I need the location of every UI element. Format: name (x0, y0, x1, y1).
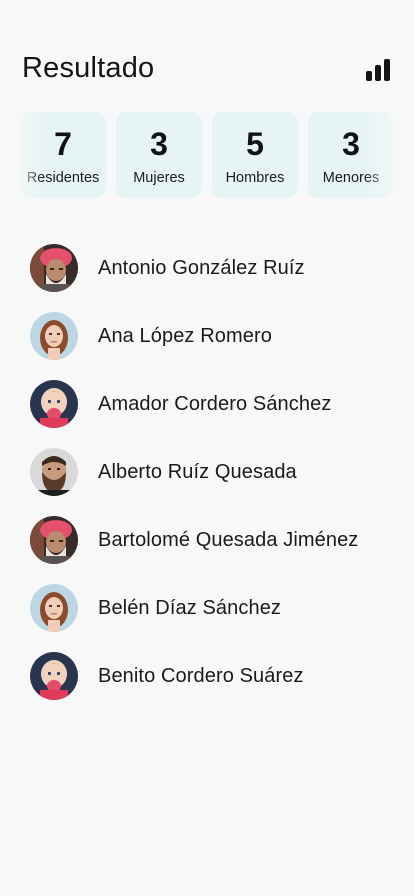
resident-name: Antonio González Ruíz (98, 256, 305, 279)
resident-row[interactable]: Alberto Ruíz Quesada (30, 438, 392, 506)
stat-value: 3 (342, 126, 360, 162)
avatar (30, 380, 78, 428)
bar-chart-icon[interactable] (366, 55, 392, 81)
page-title: Resultado (22, 51, 155, 84)
header: Resultado (22, 48, 392, 88)
resident-row[interactable]: Antonio González Ruíz (30, 234, 392, 302)
stat-card-mujeres[interactable]: 3 Mujeres (116, 112, 202, 198)
stat-label: Hombres (225, 170, 285, 186)
stat-value: 7 (54, 126, 72, 162)
avatar (30, 584, 78, 632)
avatar (30, 312, 78, 360)
resident-name: Amador Cordero Sánchez (98, 392, 332, 415)
stat-card-hombres[interactable]: 5 Hombres (212, 112, 298, 198)
stats-carousel[interactable]: 7 Residentes 3 Mujeres 5 Hombres 3 Menor… (0, 112, 414, 200)
stat-value: 3 (150, 126, 168, 162)
resident-row[interactable]: Belén Díaz Sánchez (30, 574, 392, 642)
stat-card-residentes[interactable]: 7 Residentes (20, 112, 106, 198)
resident-name: Benito Cordero Suárez (98, 664, 304, 687)
avatar (30, 244, 78, 292)
avatar (30, 448, 78, 496)
avatar (30, 652, 78, 700)
stats-track: 7 Residentes 3 Mujeres 5 Hombres 3 Menor… (20, 112, 394, 198)
avatar (30, 516, 78, 564)
stat-label: Mujeres (133, 170, 185, 186)
stat-value: 5 (246, 126, 264, 162)
resident-row[interactable]: Bartolomé Quesada Jiménez (30, 506, 392, 574)
resident-name: Bartolomé Quesada Jiménez (98, 528, 359, 551)
resident-row[interactable]: Benito Cordero Suárez (30, 642, 392, 710)
resident-list: Antonio González Ruíz Ana López Romero A… (30, 234, 392, 710)
resident-name: Alberto Ruíz Quesada (98, 460, 297, 483)
stat-label: Menores (322, 170, 380, 186)
resident-row[interactable]: Amador Cordero Sánchez (30, 370, 392, 438)
app-screen: Resultado 7 Residentes 3 Mujeres 5 Hombr… (0, 0, 414, 896)
resident-name: Ana López Romero (98, 324, 272, 347)
stat-card-menores[interactable]: 3 Menores (308, 112, 394, 198)
resident-name: Belén Díaz Sánchez (98, 596, 282, 619)
resident-row[interactable]: Ana López Romero (30, 302, 392, 370)
stat-label: Residentes (26, 170, 100, 186)
